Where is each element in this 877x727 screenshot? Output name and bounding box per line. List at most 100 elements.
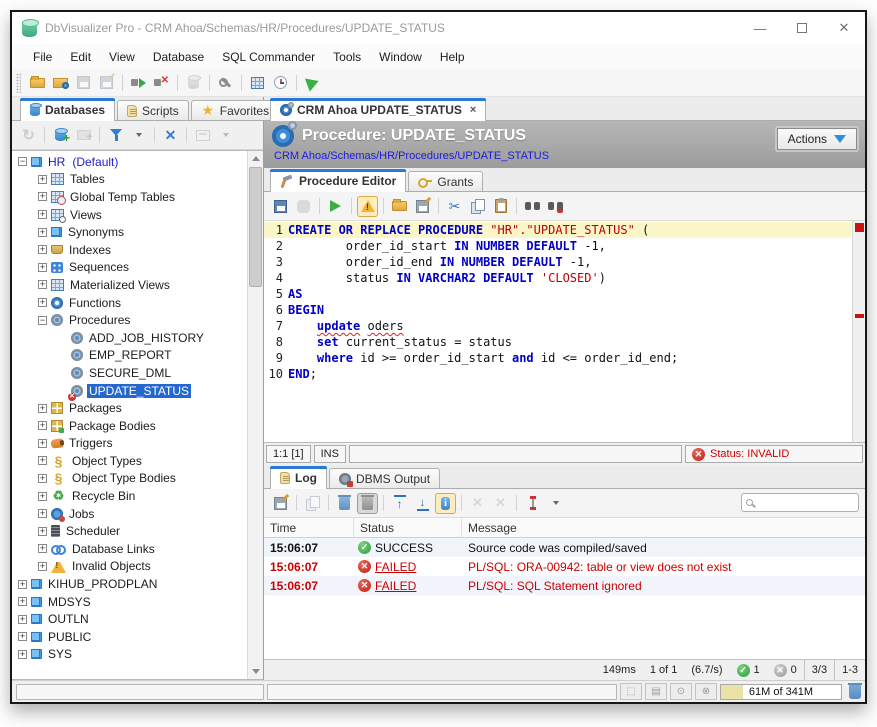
code-line[interactable]: 7 update oders [264, 318, 851, 334]
tree-item-packages[interactable]: +Packages [12, 399, 246, 417]
tree-label[interactable]: ADD_JOB_HISTORY [87, 331, 206, 345]
tree-label[interactable]: Functions [67, 296, 123, 310]
tree-label[interactable]: Invalid Objects [70, 559, 153, 573]
scrollbar-thumb[interactable] [249, 167, 262, 287]
expand-toggle[interactable]: + [38, 421, 47, 430]
scroll-up-arrow[interactable] [248, 151, 263, 166]
tree-item-indexes[interactable]: +Indexes [12, 241, 246, 259]
code-line[interactable]: 1CREATE OR REPLACE PROCEDURE "HR"."UPDAT… [264, 222, 851, 238]
tree-item-materialized-views[interactable]: + Materialized Views [12, 276, 246, 294]
tree-label[interactable]: KIHUB_PRODPLAN [46, 577, 159, 591]
doc-tab-crm-ahoa-update-status[interactable]: CRM Ahoa UPDATE_STATUS× [270, 98, 486, 121]
expand-toggle[interactable]: + [38, 210, 47, 219]
garbage-collect-icon[interactable] [849, 685, 861, 699]
execute-go-button[interactable] [302, 72, 323, 93]
code-line[interactable]: 4 status IN VARCHAR2 DEFAULT 'CLOSED') [264, 270, 851, 286]
collapse-toggle[interactable]: − [18, 157, 27, 166]
tab-grants[interactable]: Grants [408, 171, 483, 191]
expand-toggle[interactable]: + [18, 650, 27, 659]
menu-database[interactable]: Database [144, 46, 213, 68]
menu-window[interactable]: Window [370, 46, 431, 68]
tree-item-triggers[interactable]: +Triggers [12, 435, 246, 453]
tab-log[interactable]: Log [270, 466, 327, 489]
tree-item-database-links[interactable]: +Database Links [12, 540, 246, 558]
tree-item-sequences[interactable]: +Sequences [12, 259, 246, 277]
tree-item-procedures[interactable]: −Procedures [12, 311, 246, 329]
log-row[interactable]: 15:06:07✕FAILEDPL/SQL: SQL Statement ign… [264, 576, 865, 595]
export-button[interactable] [270, 493, 291, 514]
column-header-time[interactable]: Time [264, 518, 354, 537]
log-search-input[interactable] [757, 497, 858, 509]
tree-label[interactable]: Object Types [70, 454, 144, 468]
expand-toggle[interactable]: + [18, 632, 27, 641]
create-connection-button[interactable] [50, 125, 71, 146]
tool-properties-button[interactable] [215, 72, 236, 93]
tree-label[interactable]: Database Links [70, 542, 157, 556]
info-button[interactable] [435, 493, 456, 514]
tree-item-update-status[interactable]: UPDATE_STATUS [12, 382, 246, 400]
tree-label[interactable]: Package Bodies [67, 419, 158, 433]
expand-toggle[interactable]: + [38, 562, 47, 571]
tree-item-sys[interactable]: +SYS [12, 646, 246, 664]
tab-scripts[interactable]: Scripts [117, 100, 189, 120]
scroll-top-button[interactable] [389, 493, 410, 514]
tree-label[interactable]: MDSYS [46, 595, 93, 609]
disconnect-button[interactable] [151, 72, 172, 93]
expand-toggle[interactable]: + [38, 298, 47, 307]
expand-toggle[interactable]: + [18, 597, 27, 606]
expand-toggle[interactable]: + [18, 615, 27, 624]
code-line[interactable]: 5AS [264, 286, 851, 302]
error-mark-top[interactable] [855, 223, 864, 232]
tree-label[interactable]: SECURE_DML [87, 366, 173, 380]
log-row[interactable]: 15:06:07✕FAILEDPL/SQL: ORA-00942: table … [264, 557, 865, 576]
tree-item-object-type-bodies[interactable]: +Object Type Bodies [12, 470, 246, 488]
tab-dbms-output[interactable]: DBMS Output [329, 468, 440, 488]
save-procedure-button[interactable] [270, 196, 291, 217]
tree-item-recycle-bin[interactable]: +Recycle Bin [12, 487, 246, 505]
tree-item-synonyms[interactable]: +Synonyms [12, 223, 246, 241]
tree-label[interactable]: Triggers [67, 436, 115, 450]
log-row[interactable]: 15:06:07✓SUCCESSSource code was compiled… [264, 538, 865, 557]
tree-item-object-types[interactable]: + Object Types [12, 452, 246, 470]
clear-button[interactable] [334, 493, 355, 514]
tree-item-add-job-history[interactable]: ADD_JOB_HISTORY [12, 329, 246, 347]
open-file-settings-button[interactable] [50, 72, 71, 93]
tab-databases[interactable]: Databases [20, 98, 115, 121]
clear-all-button[interactable] [357, 493, 378, 514]
tree-item-tables[interactable]: + Tables [12, 171, 246, 189]
tree-label[interactable]: Indexes [67, 243, 113, 257]
expand-toggle[interactable]: + [38, 228, 47, 237]
tree-item-functions[interactable]: + Functions [12, 294, 246, 312]
warnings-button[interactable] [357, 196, 378, 217]
tab-favorites[interactable]: Favorites [191, 100, 279, 120]
tree-label[interactable]: Global Temp Tables [68, 190, 177, 204]
open-file-button[interactable] [27, 72, 48, 93]
paste-button[interactable] [490, 196, 511, 217]
tree-item-views[interactable]: +Views [12, 206, 246, 224]
export-button[interactable] [412, 196, 433, 217]
close-button[interactable]: ✕ [823, 13, 865, 43]
expand-toggle[interactable]: + [38, 192, 47, 201]
tree-item-hr[interactable]: −HR(Default) [12, 153, 246, 171]
expand-toggle[interactable]: + [38, 175, 47, 184]
expand-toggle[interactable]: + [38, 280, 47, 289]
caret-button[interactable] [128, 125, 149, 146]
expand-toggle[interactable]: + [38, 527, 47, 536]
expand-toggle[interactable]: + [38, 404, 47, 413]
cut-button[interactable] [444, 196, 465, 217]
menu-tools[interactable]: Tools [324, 46, 370, 68]
close-tab-icon[interactable]: × [470, 104, 476, 116]
column-header-status[interactable]: Status [354, 518, 462, 537]
copy-button[interactable] [467, 196, 488, 217]
collapse-all-button[interactable] [160, 125, 181, 146]
tree-label[interactable]: Object Type Bodies [70, 471, 178, 485]
limit-button[interactable] [522, 493, 543, 514]
code-line[interactable]: 6BEGIN [264, 302, 851, 318]
tree-label[interactable]: Tables [68, 172, 107, 186]
tab-procedure-editor[interactable]: Procedure Editor [270, 169, 406, 192]
error-mark-line7[interactable] [855, 314, 864, 318]
expand-toggle[interactable]: + [38, 456, 47, 465]
breadcrumb[interactable]: CRM Ahoa/Schemas/HR/Procedures/UPDATE_ST… [274, 150, 857, 162]
maximize-button[interactable] [781, 13, 823, 43]
tree-label[interactable]: Materialized Views [68, 278, 172, 292]
